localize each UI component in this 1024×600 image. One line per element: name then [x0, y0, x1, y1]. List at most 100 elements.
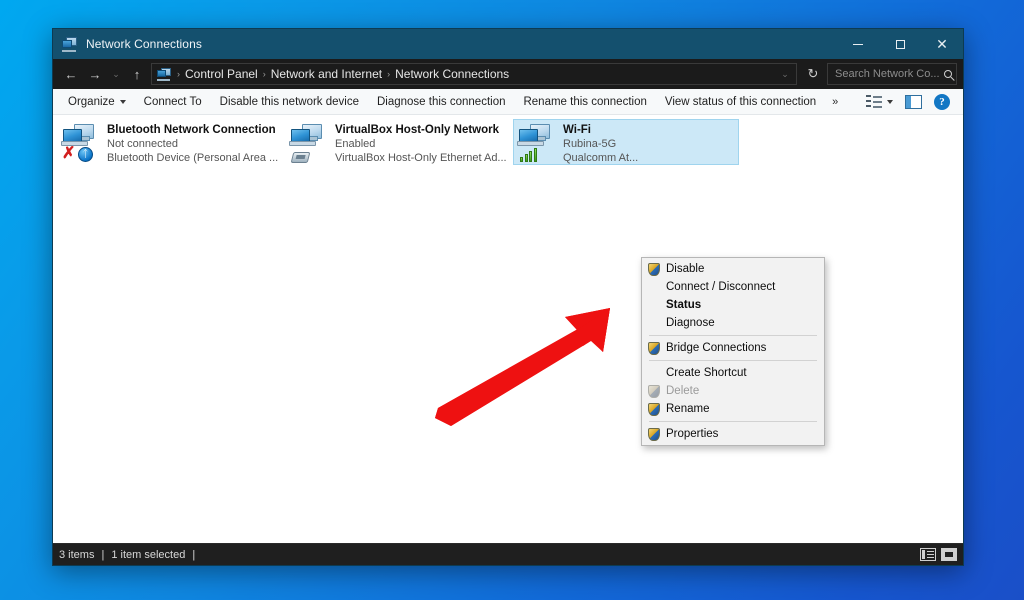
network-adapter-icon: [517, 122, 559, 162]
menu-item-label: Properties: [666, 428, 719, 440]
menu-item-label: Delete: [666, 385, 700, 397]
preview-pane-icon: [905, 94, 922, 109]
preview-pane-button[interactable]: [900, 93, 927, 111]
menu-separator: [649, 360, 817, 361]
menu-item-create-shortcut[interactable]: Create Shortcut: [642, 364, 824, 382]
menu-item-label: Connect / Disconnect: [666, 281, 776, 293]
organize-button[interactable]: Organize: [59, 93, 135, 111]
menu-separator: [649, 335, 817, 336]
view-status-button[interactable]: View status of this connection: [656, 93, 825, 111]
network-adapter-icon: ✗ ᛏ: [61, 122, 103, 162]
back-button[interactable]: ←: [59, 62, 83, 86]
help-icon: ?: [934, 93, 950, 110]
change-view-button[interactable]: [861, 92, 898, 111]
rename-connection-button[interactable]: Rename this connection: [514, 93, 655, 111]
bluetooth-icon: ᛏ: [78, 147, 93, 162]
menu-item-properties[interactable]: Properties: [642, 425, 824, 443]
history-dropdown-icon[interactable]: ⌄: [776, 62, 794, 86]
menu-item-label: Create Shortcut: [666, 367, 747, 379]
view-chevron-down-icon: [887, 99, 893, 104]
connection-device: VirtualBox Host-Only Ethernet Ad...: [335, 152, 507, 164]
disconnected-x-icon: ✗: [62, 145, 76, 162]
connection-status: Not connected: [107, 138, 178, 150]
menu-item-status[interactable]: Status: [642, 296, 824, 314]
status-bar: 3 items | 1 item selected |: [53, 543, 963, 565]
item-count: 3 items: [59, 548, 95, 561]
disable-device-button[interactable]: Disable this network device: [211, 93, 368, 111]
items-container: ✗ ᛏ Bluetooth Network Connection Not con…: [55, 119, 961, 165]
menu-item-label: Bridge Connections: [666, 342, 767, 354]
network-adapter-icon: [289, 122, 331, 163]
maximize-button[interactable]: [879, 29, 921, 59]
status-separator: |: [192, 548, 196, 561]
network-connections-window: Network Connections ✕ ← → ⌄ ↑ › Control …: [52, 28, 964, 566]
address-bar: ← → ⌄ ↑ › Control Panel › Network and In…: [53, 59, 963, 89]
connection-status: Rubina-5G: [563, 138, 617, 150]
chevron-down-icon: [119, 99, 126, 104]
shield-icon: [648, 262, 666, 276]
window-title: Network Connections: [86, 37, 202, 51]
connection-name: Wi-Fi: [563, 124, 591, 136]
search-icon: [944, 70, 952, 78]
connection-device: Qualcomm At...: [563, 152, 639, 164]
menu-item-rename[interactable]: Rename: [642, 400, 824, 418]
list-item-text: Bluetooth Network Connection Not connect…: [107, 122, 279, 165]
help-button[interactable]: ?: [929, 92, 955, 112]
forward-button[interactable]: →: [83, 62, 107, 86]
list-item[interactable]: ✗ ᛏ Bluetooth Network Connection Not con…: [57, 119, 283, 165]
list-item-wifi[interactable]: Wi-Fi Rubina-5G Qualcomm At...: [513, 119, 739, 165]
overflow-chevron-icon[interactable]: »: [825, 93, 844, 111]
breadcrumb-item-network-connections[interactable]: Network Connections: [391, 65, 513, 83]
up-button[interactable]: ↑: [125, 62, 149, 86]
menu-item-diagnose[interactable]: Diagnose: [642, 314, 824, 332]
title-bar[interactable]: Network Connections ✕: [53, 29, 963, 59]
address-bar-right: ↻ Search Network Co...: [801, 62, 957, 86]
connection-device: Bluetooth Device (Personal Area ...: [107, 152, 279, 164]
network-connections-icon: [62, 36, 78, 52]
list-item[interactable]: VirtualBox Host-Only Network Enabled Vir…: [285, 119, 511, 165]
status-view-buttons: [920, 548, 957, 561]
refresh-icon[interactable]: ↻: [801, 62, 825, 86]
context-menu: Disable Connect / Disconnect Status Diag…: [641, 257, 825, 446]
menu-item-label: Status: [666, 299, 702, 311]
diagnose-connection-button[interactable]: Diagnose this connection: [368, 93, 515, 111]
menu-item-label: Diagnose: [666, 317, 715, 329]
menu-item-label: Disable: [666, 263, 705, 275]
ethernet-icon: [290, 152, 311, 163]
menu-item-label: Rename: [666, 403, 710, 415]
close-button[interactable]: ✕: [921, 29, 963, 59]
command-bar-icons: ?: [861, 92, 957, 112]
menu-item-bridge-connections[interactable]: Bridge Connections: [642, 339, 824, 357]
breadcrumb[interactable]: › Control Panel › Network and Internet ›…: [151, 63, 797, 85]
breadcrumb-item-network-and-internet[interactable]: Network and Internet: [267, 65, 386, 83]
shield-icon: [648, 402, 666, 416]
close-icon: ✕: [936, 36, 948, 52]
details-view-icon[interactable]: [920, 548, 936, 561]
window-controls: ✕: [837, 29, 963, 59]
breadcrumb-item-control-panel[interactable]: Control Panel: [181, 65, 262, 83]
menu-item-connect-disconnect[interactable]: Connect / Disconnect: [642, 278, 824, 296]
list-item-text: VirtualBox Host-Only Network Enabled Vir…: [335, 122, 507, 165]
large-icons-view-icon[interactable]: [941, 548, 957, 561]
status-separator: |: [101, 548, 105, 561]
change-view-icon: [866, 94, 883, 109]
search-input[interactable]: Search Network Co...: [827, 63, 957, 85]
menu-item-delete: Delete: [642, 382, 824, 400]
breadcrumb-folder-icon: [157, 67, 172, 81]
search-placeholder: Search Network Co...: [835, 68, 940, 80]
connection-name: VirtualBox Host-Only Network: [335, 124, 500, 136]
connection-name: Bluetooth Network Connection: [107, 124, 276, 136]
recent-locations-button[interactable]: ⌄: [107, 62, 125, 86]
command-bar: Organize Connect To Disable this network…: [53, 89, 963, 115]
selection-count: 1 item selected: [111, 548, 186, 561]
menu-item-disable[interactable]: Disable: [642, 260, 824, 278]
minimize-button[interactable]: [837, 29, 879, 59]
shield-icon: [648, 427, 666, 441]
menu-separator: [649, 421, 817, 422]
connect-to-button[interactable]: Connect To: [135, 93, 211, 111]
connection-status: Enabled: [335, 138, 376, 150]
connections-list: ✗ ᛏ Bluetooth Network Connection Not con…: [53, 115, 963, 543]
shield-icon: [648, 341, 666, 355]
list-item-text: Wi-Fi Rubina-5G Qualcomm At...: [563, 122, 735, 165]
organize-label: Organize: [68, 95, 115, 108]
